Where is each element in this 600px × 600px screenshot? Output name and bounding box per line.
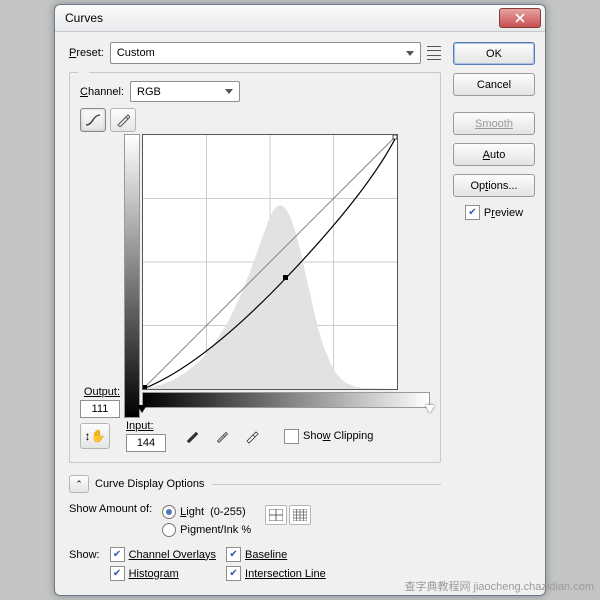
curve-panel: Channel: RGB Output: [69,72,441,463]
preset-label: Preset: [69,47,104,59]
fine-grid-button[interactable] [289,505,311,525]
chevron-down-icon [225,89,233,94]
auto-button[interactable]: Auto [453,143,535,166]
preset-value: Custom [117,47,155,59]
options-button[interactable]: Options... [453,174,535,197]
coarse-grid-button[interactable] [265,505,287,525]
cancel-button[interactable]: Cancel [453,73,535,96]
show-clipping-checkbox[interactable]: Show Clipping [284,429,373,444]
watermark: 查字典教程网 jiaocheng.chazidian.com [404,578,594,594]
channel-label: Channel: [80,86,124,98]
dialog-title: Curves [65,11,103,25]
preview-checkbox[interactable]: Preview [453,205,535,220]
pigment-radio[interactable]: Pigment/Ink % [162,521,251,539]
vertical-gradient [124,134,140,418]
white-point-slider[interactable] [425,405,435,413]
histogram-checkbox[interactable]: Histogram [110,566,216,581]
range-sliders[interactable] [142,408,430,418]
gray-eyedropper[interactable] [210,424,234,448]
input-label: Input: [126,420,166,432]
preset-menu-icon[interactable] [427,45,441,61]
white-eyedropper[interactable] [240,424,264,448]
checkbox-icon [465,205,480,220]
show-label: Show: [69,549,100,581]
radio-icon [162,523,176,537]
checkbox-icon [284,429,299,444]
channel-overlays-checkbox[interactable]: Channel Overlays [110,547,216,562]
horizontal-gradient [142,392,430,408]
show-amount-label: Show Amount of: [69,503,152,515]
black-eyedropper[interactable] [180,424,204,448]
chevron-down-icon [406,51,414,56]
pencil-tool-button[interactable] [110,108,136,132]
display-options-label: Curve Display Options [95,478,204,490]
hand-tool-button[interactable]: ↕✋ [80,423,110,449]
close-button[interactable] [499,8,541,28]
titlebar[interactable]: Curves [55,5,545,32]
light-radio[interactable]: Light (0-255) [162,503,251,521]
channel-select[interactable]: RGB [130,81,240,102]
baseline-checkbox[interactable]: Baseline [226,547,326,562]
curve-tool-button[interactable] [80,108,106,132]
input-input[interactable]: 144 [126,434,166,452]
curves-plot[interactable] [142,134,398,390]
black-point-slider[interactable] [137,405,147,413]
preset-select[interactable]: Custom [110,42,421,64]
intersection-checkbox[interactable]: Intersection Line [226,566,326,581]
collapse-button[interactable]: ⌃ [69,475,89,493]
radio-icon [162,505,176,519]
output-input[interactable]: 111 [80,400,120,418]
curves-dialog: Curves Preset: Custom Channel: RGB [54,4,546,596]
channel-value: RGB [137,86,161,98]
output-label: Output: [84,386,120,398]
ok-button[interactable]: OK [453,42,535,65]
smooth-button: Smooth [453,112,535,135]
